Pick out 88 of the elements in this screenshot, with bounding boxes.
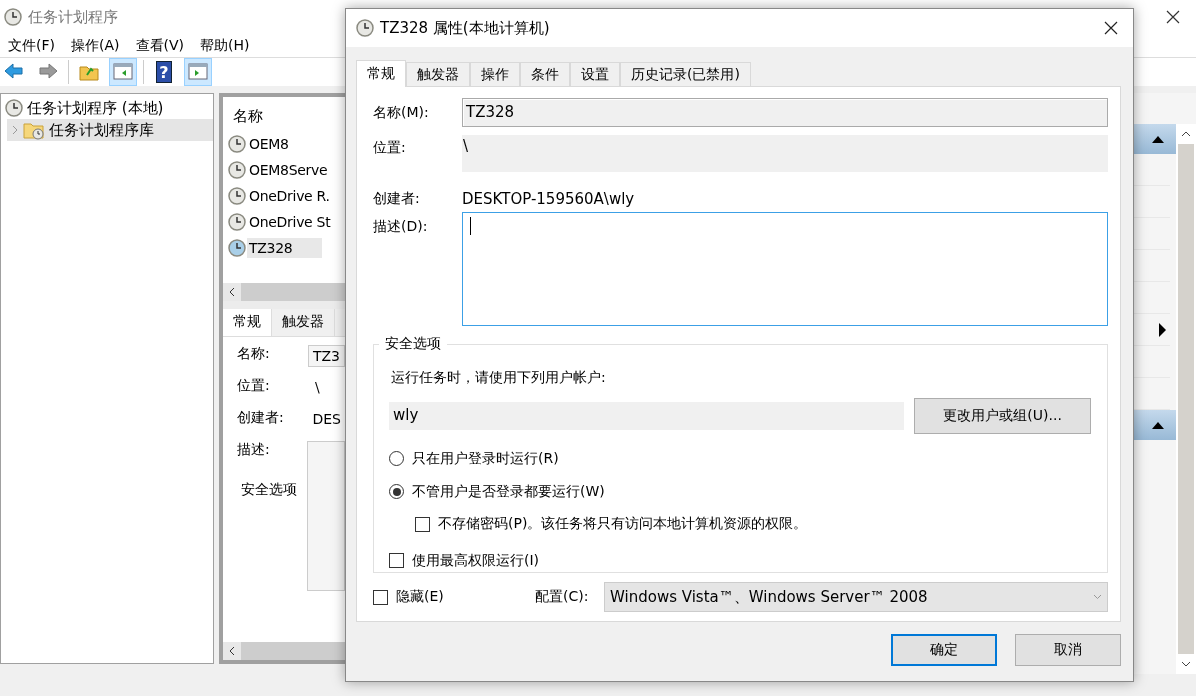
- field-label: 创建者:: [237, 409, 285, 428]
- task-name[interactable]: TZ328: [247, 238, 323, 259]
- tab[interactable]: 操作: [470, 62, 520, 86]
- close-icon: [1104, 21, 1118, 35]
- clock-icon: [228, 161, 246, 180]
- window-title: 任务计划程序: [28, 7, 118, 27]
- scroll-left-icon: [228, 287, 236, 298]
- tree-label: 任务计划程序库: [49, 120, 154, 140]
- option-label[interactable]: 只在用户登录时运行(R): [412, 449, 559, 468]
- field-label: 配置(C):: [535, 588, 590, 606]
- description-field[interactable]: [307, 441, 345, 592]
- field-label: 描述:: [237, 441, 271, 460]
- user-field[interactable]: wly: [389, 402, 905, 430]
- instruction-text: 运行任务时，请使用下列用户帐户:: [391, 369, 607, 387]
- dropdown-caret-icon: [1093, 594, 1102, 600]
- option-label[interactable]: 隐藏(E): [396, 588, 444, 606]
- tab[interactable]: 设置: [570, 62, 620, 86]
- menu-item[interactable]: 帮助(H): [194, 36, 260, 55]
- clock-icon: [356, 19, 374, 37]
- checkbox[interactable]: [389, 553, 404, 568]
- horizontal-scrollbar[interactable]: [223, 283, 345, 302]
- config-dropdown[interactable]: Windows Vista™、Windows Server™ 2008: [604, 582, 1108, 612]
- checkbox[interactable]: [415, 516, 430, 532]
- expand-chevron-icon[interactable]: [11, 125, 19, 136]
- author-value: DESKTOP-159560A\wly: [462, 189, 635, 208]
- field-label: 位置:: [237, 377, 271, 396]
- group-title: 安全选项: [241, 481, 298, 500]
- tree-label: 任务计划程序 (本地): [27, 98, 164, 118]
- option-label[interactable]: 不管用户是否登录都要运行(W): [412, 482, 605, 501]
- name-field[interactable]: TZ328: [462, 98, 1108, 127]
- scroll-down-icon: [1181, 660, 1191, 669]
- task-name[interactable]: OEM8: [247, 134, 291, 155]
- dialog-title: TZ328 属性(本地计算机): [380, 18, 550, 38]
- tab[interactable]: 条件: [520, 62, 570, 86]
- option-label[interactable]: 使用最高权限运行(I): [412, 551, 540, 570]
- toolbar-button[interactable]: [184, 58, 212, 87]
- task-name[interactable]: OneDrive St: [247, 212, 333, 233]
- horizontal-scrollbar[interactable]: [223, 642, 345, 661]
- field-label: 位置:: [373, 138, 407, 157]
- tab[interactable]: 常规: [356, 60, 406, 87]
- field-label: 名称(M):: [373, 103, 430, 122]
- option-label[interactable]: 不存储密码(P)。该任务将只有访问本地计算机资源的权限。: [438, 515, 808, 533]
- name-field[interactable]: TZ3: [307, 345, 345, 368]
- help-icon[interactable]: ?: [156, 61, 172, 84]
- cancel-button[interactable]: 取消: [1015, 634, 1121, 666]
- menu-item[interactable]: 查看(V): [129, 36, 194, 55]
- field-label: 创建者:: [373, 189, 421, 208]
- task-name[interactable]: OEM8Serve: [247, 160, 330, 181]
- text-cursor: [470, 217, 471, 235]
- collapse-arrow-icon: [1152, 135, 1164, 144]
- field-value: \: [314, 378, 321, 398]
- group-title: 安全选项: [379, 335, 447, 353]
- column-header[interactable]: 名称: [223, 97, 345, 132]
- description-field[interactable]: [462, 212, 1108, 326]
- scroll-up-icon: [1181, 130, 1191, 139]
- collapse-arrow-icon: [1152, 421, 1164, 430]
- clock-icon: [228, 213, 246, 232]
- field-value: DES: [311, 410, 342, 430]
- menu-item[interactable]: 文件(F): [2, 36, 65, 55]
- tab[interactable]: 触发器: [272, 309, 335, 337]
- vertical-scrollbar[interactable]: [1176, 124, 1196, 675]
- menu-item[interactable]: 操作(A): [65, 36, 130, 55]
- clock-icon: [228, 239, 246, 258]
- clock-icon: [4, 8, 22, 27]
- clock-icon: [228, 187, 246, 206]
- clock-icon: [228, 135, 246, 154]
- scroll-left-icon: [228, 646, 236, 657]
- task-name[interactable]: OneDrive R.: [247, 186, 332, 207]
- submenu-arrow-icon: [1158, 322, 1166, 337]
- folder-clock-icon: [23, 120, 45, 141]
- tab[interactable]: 常规: [223, 309, 272, 337]
- change-user-button[interactable]: 更改用户或组(U)...: [914, 398, 1091, 434]
- clock-icon: [5, 99, 23, 118]
- field-label: 描述(D):: [373, 217, 429, 236]
- ok-button[interactable]: 确定: [891, 634, 997, 666]
- radio-button[interactable]: [389, 484, 404, 499]
- close-icon: [1166, 10, 1180, 25]
- tab[interactable]: 触发器: [406, 62, 470, 86]
- section-header[interactable]: [1134, 124, 1176, 155]
- toolbar-button[interactable]: [109, 58, 137, 87]
- section-header[interactable]: [1134, 410, 1176, 441]
- tab[interactable]: 历史记录(已禁用): [620, 62, 751, 86]
- checkbox[interactable]: [373, 589, 388, 605]
- radio-button[interactable]: [389, 451, 404, 466]
- tree-item[interactable]: 任务计划程序库: [7, 119, 213, 142]
- field-label: 名称:: [237, 345, 271, 364]
- tree-item[interactable]: 任务计划程序 (本地): [1, 97, 213, 120]
- location-field[interactable]: \: [462, 135, 1108, 172]
